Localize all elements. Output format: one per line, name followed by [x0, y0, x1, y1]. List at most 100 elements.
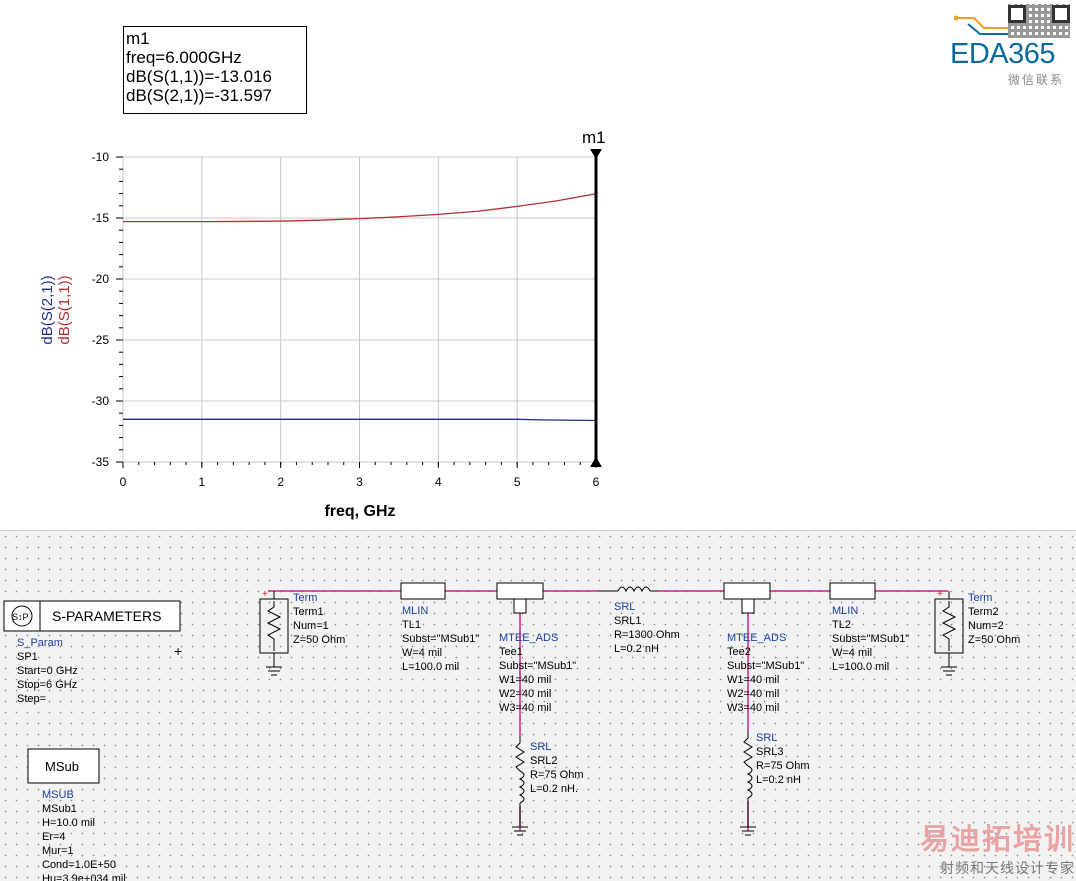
param-line: SRL2: [530, 755, 558, 767]
param-line: Num=2: [968, 620, 1004, 632]
watermark-main: 易迪拓培训: [919, 824, 1075, 856]
srl1-params: SRL SRL1 R=1300 Ohm L=0.2 nH: [614, 601, 680, 655]
param-line: Subst="MSub1": [402, 633, 479, 645]
x-tick-label: 4: [435, 475, 442, 489]
watermark-sub: 射频和天线设计专家: [940, 860, 1075, 876]
msub-title: MSub: [45, 759, 79, 774]
param-line: W2=40 mil: [499, 688, 551, 700]
param-line: Term: [968, 592, 992, 604]
tee2-component[interactable]: [723, 582, 771, 614]
param-line: TL2: [832, 619, 851, 631]
msub-block[interactable]: MSub: [27, 748, 100, 784]
param-line: W=4 mil: [402, 647, 442, 659]
tee1-params: MTEE_ADS Tee1 Subst="MSub1" W1=40 mil W2…: [499, 632, 576, 714]
srl3-params: SRL SRL3 R=75 Ohm L=0.2 nH: [756, 732, 810, 786]
param-line: W=4 mil: [832, 647, 872, 659]
circuit-trace-icon: [954, 15, 1008, 35]
chart-marker[interactable]: m1: [582, 128, 606, 467]
param-line: SRL: [756, 732, 777, 744]
y-tick-label: -35: [92, 455, 110, 469]
param-line: SRL: [614, 601, 635, 613]
param-line: Num=1: [293, 620, 329, 632]
srl3-component[interactable]: [740, 731, 756, 836]
term1-component[interactable]: +: [259, 589, 289, 676]
cursor-crosshair: +: [174, 643, 182, 659]
s-parameter-chart[interactable]: 0 1 2 3 4 5 6 -10 -15 -20 -25 -30 -35 m1 freq, GHz d…: [0, 0, 700, 530]
param-line: Step=: [17, 693, 46, 705]
param-line: Stop=6 GHz: [17, 679, 77, 691]
param-line: L=0.2 nH: [756, 774, 801, 786]
param-line: H=10.0 mil: [42, 817, 95, 829]
y-tick-label: -20: [92, 272, 110, 286]
param-line: Cond=1.0E+50: [42, 859, 116, 871]
sparam-title: S-PARAMETERS: [52, 608, 161, 624]
param-line: MTEE_ADS: [727, 632, 786, 644]
qr-finder-icon: [1008, 5, 1026, 23]
param-line: W3=40 mil: [499, 702, 551, 714]
y-tick-label: -10: [92, 150, 110, 164]
param-line: Subst="MSub1": [499, 660, 576, 672]
x-tick-label: 3: [356, 475, 363, 489]
term2-params: Term Term2 Num=2 Z=50 Ohm: [968, 592, 1020, 646]
param-line: Tee2: [727, 646, 751, 658]
watermark: 易迪拓培训 射频和天线设计专家: [915, 816, 1075, 880]
param-line: Subst="MSub1": [727, 660, 804, 672]
srl2-component[interactable]: [512, 736, 528, 836]
param-line: Z=50 Ohm: [968, 634, 1020, 646]
x-axis-label: freq, GHz: [324, 503, 395, 520]
tl2-microstrip[interactable]: [829, 582, 876, 600]
logo-subtitle: 微信联系: [1008, 73, 1065, 87]
x-tick-label: 2: [277, 475, 284, 489]
srl1-component[interactable]: [598, 586, 658, 595]
param-line: MSUB: [42, 789, 74, 801]
y-tick-label: -30: [92, 394, 110, 408]
param-line: S_Param: [17, 637, 63, 649]
param-line: L=100.0 mil: [832, 661, 889, 673]
param-line: Term1: [293, 606, 324, 618]
y-axis-label-s11: dB(S(1,1)): [56, 275, 73, 344]
eda365-logo: EDA365 微信联系: [946, 4, 1074, 88]
param-line: MLIN: [402, 605, 428, 617]
tl1-params: MLIN TL1 Subst="MSub1" W=4 mil L=100.0 m…: [402, 605, 479, 673]
param-line: SRL: [530, 741, 551, 753]
chart-ticks: 0 1 2 3 4 5 6 -10 -15 -20 -25 -30 -35: [92, 150, 600, 489]
logo-brand: EDA365: [950, 38, 1056, 70]
svg-text:+: +: [262, 589, 268, 600]
x-tick-label: 0: [120, 475, 127, 489]
param-line: W1=40 mil: [499, 674, 551, 686]
param-line: R=1300 Ohm: [614, 629, 680, 641]
x-tick-label: 6: [593, 475, 600, 489]
param-line: L=100.0 mil: [402, 661, 459, 673]
param-line: W2=40 mil: [727, 688, 779, 700]
tee1-component[interactable]: [496, 582, 544, 614]
param-line: Start=0 GHz: [17, 665, 78, 677]
sparam-params: S_Param SP1 Start=0 GHz Stop=6 GHz Step=: [17, 637, 78, 705]
tee2-params: MTEE_ADS Tee2 Subst="MSub1" W1=40 mil W2…: [727, 632, 804, 714]
tl1-microstrip[interactable]: [400, 582, 446, 600]
sparam-icon-text: S↕P: [12, 612, 29, 622]
x-tick-label: 5: [514, 475, 521, 489]
param-line: Subst="MSub1": [832, 633, 909, 645]
y-tick-label: -25: [92, 333, 110, 347]
y-axis-label-s21: dB(S(2,1)): [39, 275, 56, 344]
param-line: SP1: [17, 651, 38, 663]
plot-window: m1 freq=6.000GHz dB(S(1,1))=-13.016 dB(S…: [0, 0, 1076, 530]
qr-finder-icon: [1052, 5, 1070, 23]
param-line: Z=50 Ohm: [293, 634, 345, 646]
param-line: L=0.2 nH.: [530, 783, 578, 795]
param-line: W3=40 mil: [727, 702, 779, 714]
term2-component[interactable]: +: [934, 589, 964, 676]
svg-text:+: +: [937, 589, 943, 600]
param-line: MSub1: [42, 803, 77, 815]
param-line: SRL3: [756, 746, 784, 758]
srl2-params: SRL SRL2 R=75 Ohm L=0.2 nH.: [530, 741, 584, 795]
param-line: MTEE_ADS: [499, 632, 558, 644]
msub-params: MSUB MSub1 H=10.0 mil Er=4 Mur=1 Cond=1.…: [42, 789, 126, 881]
s-parameters-controller[interactable]: S↕P S-PARAMETERS: [3, 600, 181, 632]
param-line: R=75 Ohm: [756, 760, 810, 772]
param-line: MLIN: [832, 605, 858, 617]
param-line: R=75 Ohm: [530, 769, 584, 781]
param-line: Term2: [968, 606, 999, 618]
term1-params: Term Term1 Num=1 Z=50 Ohm: [293, 592, 345, 646]
param-line: Tee1: [499, 646, 523, 658]
